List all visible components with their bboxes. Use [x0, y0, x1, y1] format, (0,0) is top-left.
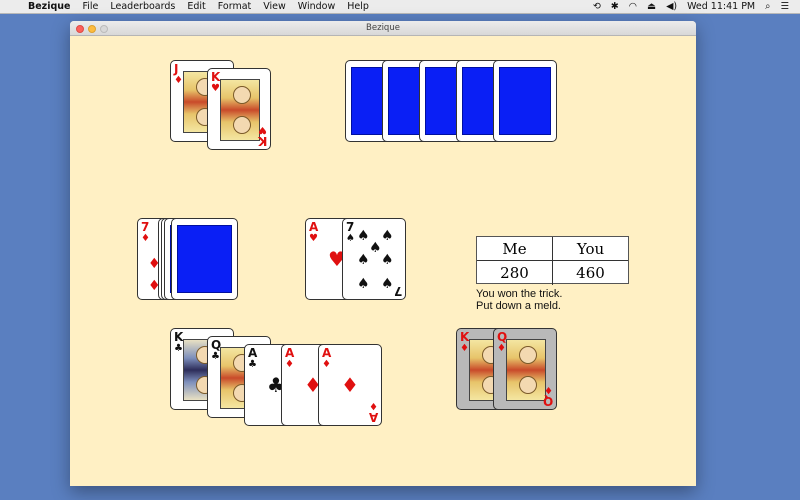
opponent-meld-card: K ♥ K ♥: [207, 68, 271, 150]
score-you-label: You: [552, 237, 628, 260]
menu-window[interactable]: Window: [292, 0, 341, 14]
volume-icon[interactable]: ◀): [661, 0, 682, 14]
menu-view[interactable]: View: [257, 0, 292, 14]
player-hand-card[interactable]: A ♦ ♦ A ♦: [318, 344, 382, 426]
minimize-button[interactable]: [88, 25, 96, 33]
menu-edit[interactable]: Edit: [181, 0, 211, 14]
queen-face-art: [506, 339, 546, 401]
close-button[interactable]: [76, 25, 84, 33]
status-message: You won the trick. Put down a meld.: [476, 288, 563, 312]
time-machine-icon[interactable]: ⟲: [588, 0, 606, 14]
king-face-art: [220, 79, 260, 141]
wifi-icon[interactable]: ◠: [624, 0, 642, 14]
window-title: Bezique: [366, 23, 400, 33]
spotlight-icon[interactable]: ⌕: [760, 0, 775, 14]
score-you-value: 460: [552, 261, 628, 285]
trick-card: 7 ♠ ♠ ♠ ♠ ♠ ♠ ♠ ♠ 7: [342, 218, 406, 300]
game-window: Bezique J ♦ K ♥ K ♥ 7 ♦ ♦ ♦ A ♥ ♥ 7 ♠ ♠ …: [70, 21, 696, 486]
window-titlebar[interactable]: Bezique: [70, 21, 696, 36]
stock-pile[interactable]: [171, 218, 238, 300]
score-me-value: 280: [500, 264, 529, 282]
status-area: ⟲ ✱ ◠ ⏏ ◀) Wed 11:41 PM ⌕ ☰: [588, 0, 800, 14]
menu-help[interactable]: Help: [341, 0, 375, 14]
bluetooth-icon[interactable]: ✱: [606, 0, 624, 14]
eject-icon[interactable]: ⏏: [642, 0, 661, 14]
menu-format[interactable]: Format: [212, 0, 257, 14]
score-table: Me You 280 460: [476, 236, 629, 285]
menu-file[interactable]: File: [76, 0, 104, 14]
notification-center-icon[interactable]: ☰: [775, 0, 794, 14]
clock[interactable]: Wed 11:41 PM: [682, 0, 760, 14]
zoom-button[interactable]: [100, 25, 108, 33]
menu-bar: Bezique File Leaderboards Edit Format Vi…: [0, 0, 800, 14]
score-me-label: Me: [502, 240, 527, 258]
menu-leaderboards[interactable]: Leaderboards: [104, 0, 181, 14]
player-meld-card[interactable]: Q ♦ Q ♦: [493, 328, 557, 410]
menu-app-name[interactable]: Bezique: [22, 0, 76, 14]
opponent-hand-card: [493, 60, 557, 142]
